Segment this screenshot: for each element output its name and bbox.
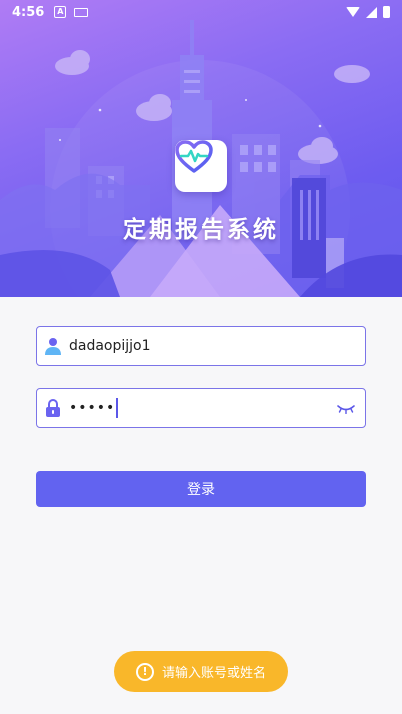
app-logo: [175, 140, 227, 192]
battery-icon: [383, 6, 390, 18]
login-button[interactable]: 登录: [36, 471, 366, 507]
password-input[interactable]: •••••: [69, 400, 115, 416]
header-banner: 4:56 A 定期报告系统: [0, 0, 402, 297]
text-cursor: [116, 398, 119, 418]
app-title: 定期报告系统: [123, 217, 279, 243]
user-icon: [45, 337, 61, 355]
keyboard-icon: [74, 7, 89, 17]
status-time: 4:56: [12, 4, 45, 20]
status-bar: 4:56 A: [0, 0, 402, 24]
eye-closed-icon[interactable]: [337, 399, 355, 418]
username-input[interactable]: [69, 327, 355, 365]
username-field[interactable]: [36, 326, 366, 366]
wifi-icon: [346, 7, 360, 17]
lock-icon: [45, 399, 61, 417]
heart-pulse-icon: [175, 140, 213, 173]
signal-icon: [366, 6, 377, 18]
accessibility-a-icon: A: [54, 6, 67, 18]
toast-text: 请输入账号或姓名: [161, 666, 266, 681]
alert-icon: !: [135, 662, 154, 681]
toast-message: ! 请输入账号或姓名: [114, 651, 288, 692]
password-field[interactable]: •••••: [36, 388, 366, 428]
